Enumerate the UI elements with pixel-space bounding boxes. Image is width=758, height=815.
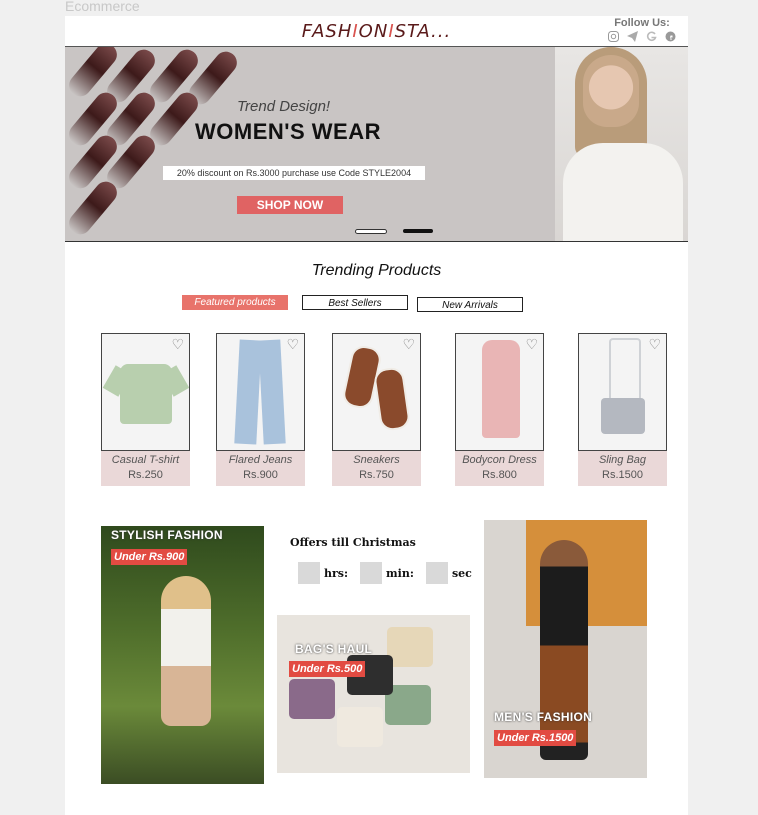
promo-title: STYLISH FASHION (111, 528, 223, 542)
product-name: Sling Bag (598, 454, 647, 466)
instagram-icon[interactable] (608, 31, 619, 42)
offers-title: Offers till Christmas (290, 536, 416, 549)
product-image[interactable]: ♡ (101, 333, 190, 451)
bag-illustration (337, 707, 383, 747)
promo-price-tag: Under Rs.1500 (494, 730, 577, 746)
promo-title: MEN'S FASHION (494, 710, 593, 724)
product-info: Bodycon Dress Rs.800 (455, 451, 544, 486)
product-price: Rs.800 (482, 469, 517, 481)
heart-icon[interactable]: ♡ (286, 336, 299, 353)
product-name: Sneakers (353, 454, 400, 466)
bag-illustration (601, 398, 645, 434)
product-price: Rs.250 (128, 469, 163, 481)
hours-box (298, 562, 320, 584)
product-card-flared-jeans[interactable]: ♡ Flared Jeans Rs.900 (216, 333, 305, 486)
product-price: Rs.900 (243, 469, 278, 481)
product-info: Sneakers Rs.750 (332, 451, 421, 486)
product-image[interactable]: ♡ (455, 333, 544, 451)
seconds-label: sec (451, 566, 472, 580)
product-name: Flared Jeans (228, 454, 293, 466)
logo-text-3: STA... (394, 21, 452, 42)
product-info: Sling Bag Rs.1500 (578, 451, 667, 486)
product-info: Casual T-shirt Rs.250 (101, 451, 190, 486)
facebook-icon[interactable] (665, 31, 676, 42)
model-woman-illustration (161, 576, 211, 726)
product-price: Rs.1500 (602, 469, 643, 481)
bag-strap-illustration (609, 338, 641, 402)
seconds-box (425, 562, 448, 584)
bag-illustration (289, 679, 335, 719)
product-card-casual-tshirt[interactable]: ♡ Casual T-shirt Rs.250 (101, 333, 190, 486)
tab-best-sellers[interactable]: Best Sellers (302, 295, 408, 310)
social-links (608, 31, 676, 42)
heart-icon[interactable]: ♡ (648, 336, 661, 353)
jeans-illustration (258, 339, 286, 445)
countdown-timer: hrs: min: sec (298, 562, 472, 584)
product-price: Rs.750 (359, 469, 394, 481)
page: FASHIONISTA... Follow Us: Trend Design! … (65, 16, 688, 815)
shop-now-button[interactable]: SHOP NOW (237, 196, 343, 214)
product-info: Flared Jeans Rs.900 (216, 451, 305, 486)
canvas-label: Ecommerce (65, 0, 140, 14)
bag-illustration (387, 627, 433, 667)
tab-new-arrivals[interactable]: New Arrivals (417, 297, 523, 312)
hours-label: hrs: (324, 566, 349, 580)
carousel-dot-1[interactable] (355, 229, 387, 234)
product-card-sneakers[interactable]: ♡ Sneakers Rs.750 (332, 333, 421, 486)
hero-subtitle: Trend Design! (237, 98, 331, 115)
heart-icon[interactable]: ♡ (525, 336, 538, 353)
jeans-illustration (234, 339, 262, 445)
site-header: FASHIONISTA... Follow Us: (65, 16, 688, 47)
minutes-box (360, 562, 383, 584)
sneaker-illustration (372, 366, 412, 432)
heart-icon[interactable]: ♡ (402, 336, 415, 353)
minutes-label: min: (386, 566, 414, 580)
model-face (583, 55, 639, 127)
telegram-icon[interactable] (627, 31, 638, 42)
heart-icon[interactable]: ♡ (171, 336, 184, 353)
hero-title: WOMEN'S WEAR (195, 119, 381, 144)
logo-text-1: FASH (301, 21, 353, 42)
google-icon[interactable] (646, 31, 657, 42)
promo-mens-fashion[interactable]: MEN'S FASHION Under Rs.1500 (484, 520, 647, 778)
dress-illustration (482, 340, 520, 438)
product-image[interactable]: ♡ (216, 333, 305, 451)
product-image[interactable]: ♡ (332, 333, 421, 451)
follow-us: Follow Us: (608, 17, 676, 42)
hero-banner: Trend Design! WOMEN'S WEAR 20% discount … (65, 47, 688, 242)
trending-title: Trending Products (311, 262, 442, 279)
hero-promo-text: 20% discount on Rs.3000 purchase use Cod… (163, 166, 425, 180)
model-man-illustration (540, 540, 588, 760)
model-tshirt (563, 143, 683, 241)
tshirt-illustration (120, 364, 172, 424)
site-logo[interactable]: FASHIONISTA... (65, 21, 688, 42)
promo-bags-haul[interactable]: BAG'S HAUL Under Rs.500 (277, 615, 470, 773)
logo-text-2: ON (358, 21, 389, 42)
promo-price-tag: Under Rs.900 (111, 549, 188, 565)
hero-model-image (555, 47, 688, 241)
product-card-bodycon-dress[interactable]: ♡ Bodycon Dress Rs.800 (455, 333, 544, 486)
product-image[interactable]: ♡ (578, 333, 667, 451)
product-name: Casual T-shirt (111, 454, 180, 466)
product-card-sling-bag[interactable]: ♡ Sling Bag Rs.1500 (578, 333, 667, 486)
tab-featured-products[interactable]: Featured products (182, 295, 288, 310)
promo-stylish-fashion[interactable]: STYLISH FASHION Under Rs.900 (101, 526, 264, 784)
product-name: Bodycon Dress (462, 454, 537, 466)
promo-title: BAG'S HAUL (295, 642, 373, 656)
promo-price-tag: Under Rs.500 (289, 661, 366, 677)
follow-label: Follow Us: (614, 17, 670, 29)
carousel-dot-2-active[interactable] (403, 229, 433, 233)
